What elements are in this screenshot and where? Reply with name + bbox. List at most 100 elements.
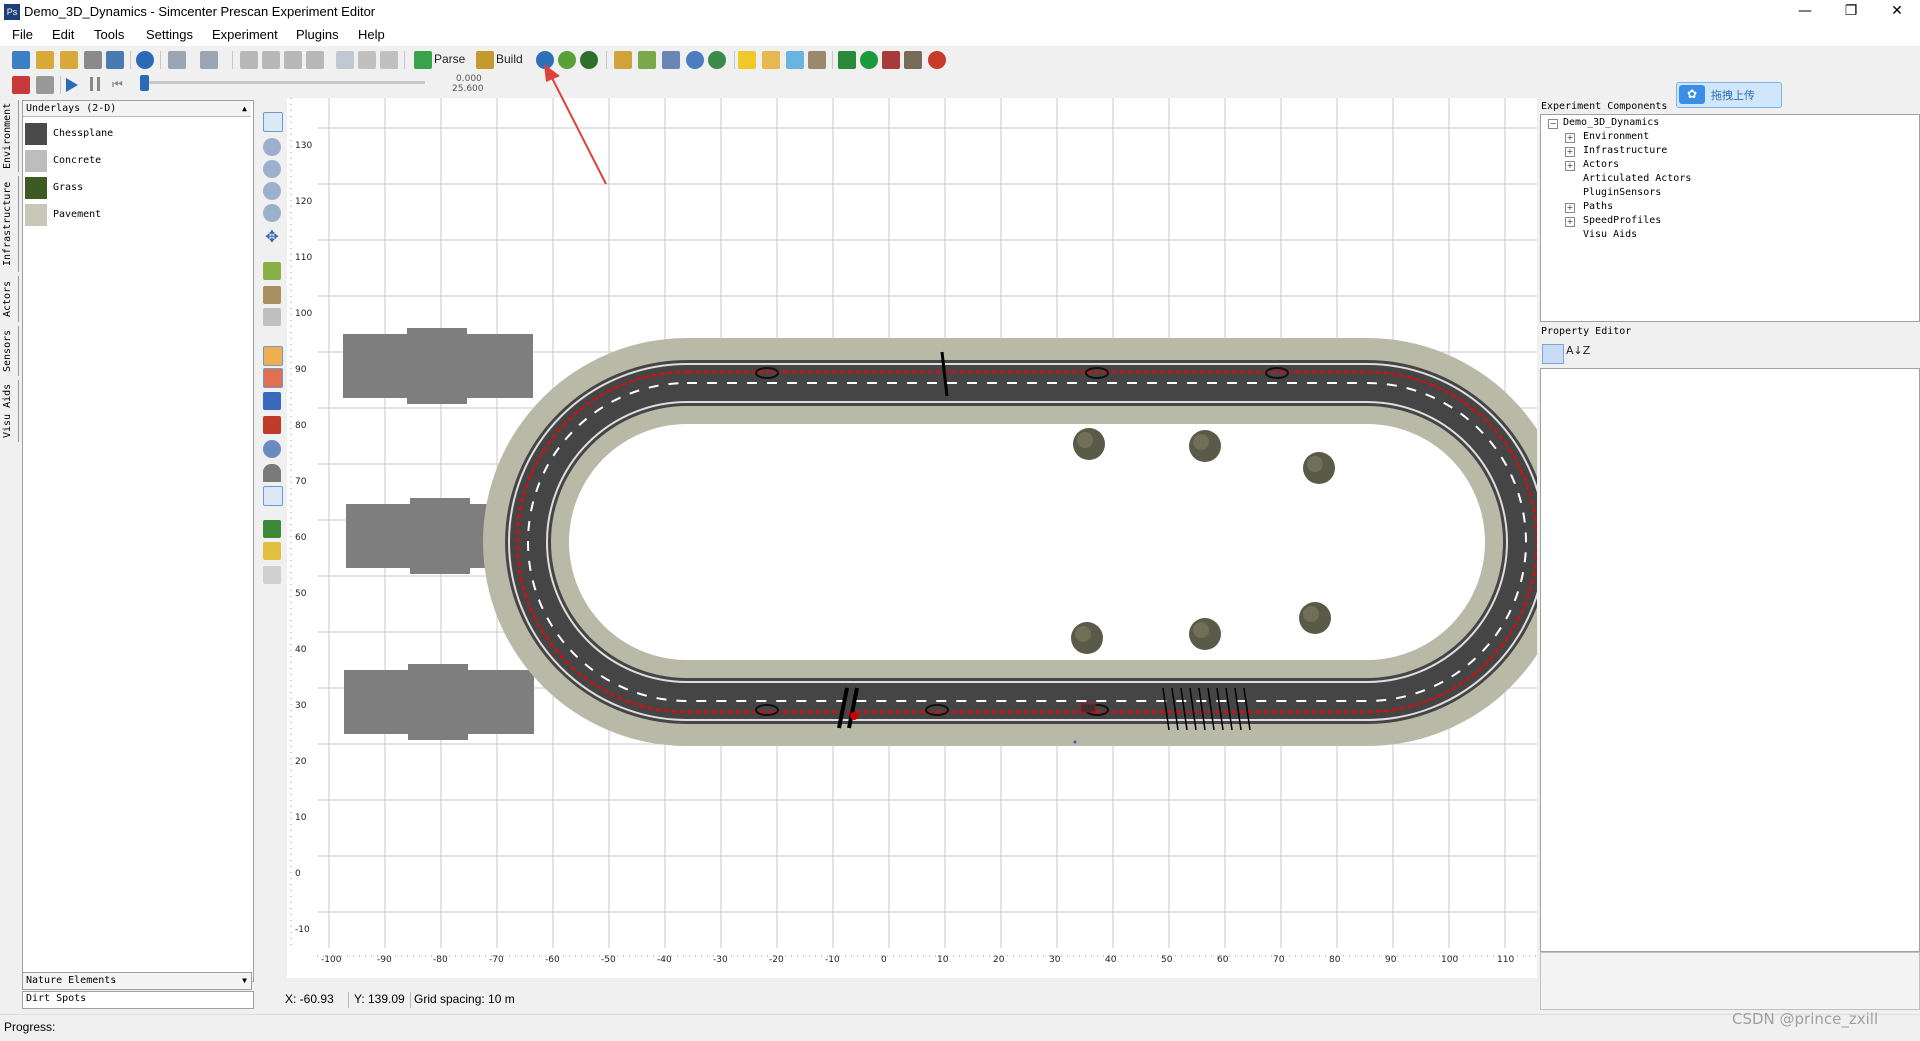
- expand-icon[interactable]: +: [1565, 147, 1575, 157]
- expand-down-icon[interactable]: ▼: [242, 973, 247, 989]
- minimize-button[interactable]: —: [1782, 0, 1828, 24]
- tree-item[interactable]: SpeedProfiles: [1583, 215, 1661, 226]
- expand-icon[interactable]: +: [1565, 203, 1575, 213]
- lights-icon[interactable]: [786, 51, 804, 69]
- bezier-path-icon[interactable]: [263, 286, 281, 304]
- tab-infrastructure[interactable]: Infrastructure: [2, 176, 19, 272]
- zoom-in-icon[interactable]: [263, 160, 281, 178]
- image-icon[interactable]: [808, 51, 826, 69]
- categorized-icon[interactable]: [1542, 344, 1564, 364]
- dirt-spots-header[interactable]: Dirt Spots: [22, 991, 254, 1009]
- scene-svg[interactable]: 1301201101009080706050403020100-10-100 -9…: [287, 98, 1537, 978]
- number-icon[interactable]: [263, 520, 281, 538]
- tab-environment[interactable]: Environment: [2, 100, 19, 172]
- parse-icon[interactable]: [414, 51, 432, 69]
- camera-icon[interactable]: [686, 51, 704, 69]
- list-item[interactable]: Chessplane: [25, 123, 245, 147]
- camera-view-icon[interactable]: [263, 416, 281, 434]
- parse-button-label[interactable]: Parse: [434, 52, 465, 66]
- rewind-icon[interactable]: ⏮: [112, 77, 128, 91]
- play-icon[interactable]: [66, 78, 78, 92]
- collapse-up-icon[interactable]: ▲: [242, 101, 247, 117]
- wrench-icon[interactable]: [358, 51, 376, 69]
- close-button[interactable]: ✕: [1874, 0, 1920, 24]
- table-icon[interactable]: [662, 51, 680, 69]
- undo-icon[interactable]: [168, 51, 186, 69]
- vehicle-icon[interactable]: [882, 51, 900, 69]
- save-as-icon[interactable]: [106, 51, 124, 69]
- open-folder-icon[interactable]: [60, 51, 78, 69]
- collapse-icon[interactable]: −: [1548, 119, 1558, 129]
- tab-visu-aids[interactable]: Visu Aids: [2, 380, 19, 442]
- list-item[interactable]: Grass: [25, 177, 245, 201]
- menu-file[interactable]: File: [12, 27, 33, 42]
- tree-item[interactable]: Infrastructure: [1583, 145, 1667, 156]
- cut-icon[interactable]: [240, 51, 258, 69]
- zoom-out-icon[interactable]: [263, 182, 281, 200]
- menu-edit[interactable]: Edit: [52, 27, 74, 42]
- time-slider-handle[interactable]: [140, 75, 149, 91]
- select-pointer-icon[interactable]: [263, 112, 283, 132]
- save-icon[interactable]: [84, 51, 102, 69]
- bug-icon[interactable]: [928, 51, 946, 69]
- menu-settings[interactable]: Settings: [146, 27, 193, 42]
- tab-sensors[interactable]: Sensors: [2, 326, 19, 376]
- tree-item[interactable]: Visu Aids: [1583, 229, 1637, 240]
- link-icon[interactable]: [263, 440, 281, 458]
- upload-button[interactable]: ✿ 拖拽上传: [1676, 82, 1782, 108]
- menu-experiment[interactable]: Experiment: [212, 27, 278, 42]
- underlays-header[interactable]: Underlays (2-D) ▲: [23, 101, 251, 117]
- bend-icon[interactable]: [263, 566, 281, 584]
- star-icon[interactable]: [738, 51, 756, 69]
- zoom-fit-icon[interactable]: [263, 138, 281, 156]
- world-icon[interactable]: [708, 51, 726, 69]
- build-button-label[interactable]: Build: [496, 52, 523, 66]
- edit-path-icon[interactable]: [638, 51, 656, 69]
- select-all-icon[interactable]: [336, 51, 354, 69]
- experiment-canvas[interactable]: 130 120 110 100 90 80 70 60 50 40 30 20 10 0 -10 -100 -9…: [287, 98, 1537, 978]
- trajectory-icon[interactable]: [263, 346, 283, 366]
- tree-item[interactable]: PluginSensors: [1583, 187, 1661, 198]
- menu-help[interactable]: Help: [358, 27, 385, 42]
- list-item[interactable]: Pavement: [25, 204, 245, 228]
- expand-icon[interactable]: +: [1565, 161, 1575, 171]
- tunnel-icon[interactable]: [263, 464, 281, 482]
- speed-profile-icon[interactable]: [263, 392, 281, 410]
- nature-elements-header[interactable]: Nature Elements ▼: [22, 972, 252, 990]
- tab-actors[interactable]: Actors: [2, 276, 19, 322]
- pan-icon[interactable]: ✥: [263, 228, 281, 246]
- export-icon[interactable]: [904, 51, 922, 69]
- pause-icon[interactable]: [90, 77, 100, 91]
- property-editor-grid[interactable]: [1540, 368, 1920, 952]
- tree-root[interactable]: Demo_3D_Dynamics: [1563, 117, 1659, 128]
- shield-icon[interactable]: [860, 51, 878, 69]
- car-run-icon[interactable]: [12, 76, 30, 94]
- restore-button[interactable]: ❐: [1828, 0, 1874, 24]
- node-icon[interactable]: [263, 308, 281, 326]
- menu-plugins[interactable]: Plugins: [296, 27, 339, 42]
- open-icon[interactable]: [36, 51, 54, 69]
- delete-icon[interactable]: [306, 51, 324, 69]
- copy-icon[interactable]: [262, 51, 280, 69]
- build-icon[interactable]: [476, 51, 494, 69]
- measure-icon[interactable]: [263, 486, 283, 506]
- sort-alpha-button[interactable]: A↓Z: [1566, 344, 1590, 357]
- trajectory-edit-icon[interactable]: [263, 368, 283, 388]
- pencil-icon[interactable]: [380, 51, 398, 69]
- color-icon[interactable]: [263, 542, 281, 560]
- expand-icon[interactable]: +: [1565, 133, 1575, 143]
- car-stop-icon[interactable]: [36, 76, 54, 94]
- tree-item[interactable]: Actors: [1583, 159, 1619, 170]
- time-slider-track[interactable]: [140, 81, 425, 84]
- weather-icon[interactable]: [762, 51, 780, 69]
- paste-icon[interactable]: [284, 51, 302, 69]
- menu-tools[interactable]: Tools: [94, 27, 124, 42]
- tree-item[interactable]: Paths: [1583, 201, 1613, 212]
- draw-path-icon[interactable]: [263, 262, 281, 280]
- help-icon[interactable]: [136, 51, 154, 69]
- tree-item[interactable]: Articulated Actors: [1583, 173, 1691, 184]
- redo-icon[interactable]: [200, 51, 218, 69]
- expand-icon[interactable]: +: [1565, 217, 1575, 227]
- tree-item[interactable]: Environment: [1583, 131, 1649, 142]
- zoom-window-icon[interactable]: [263, 204, 281, 222]
